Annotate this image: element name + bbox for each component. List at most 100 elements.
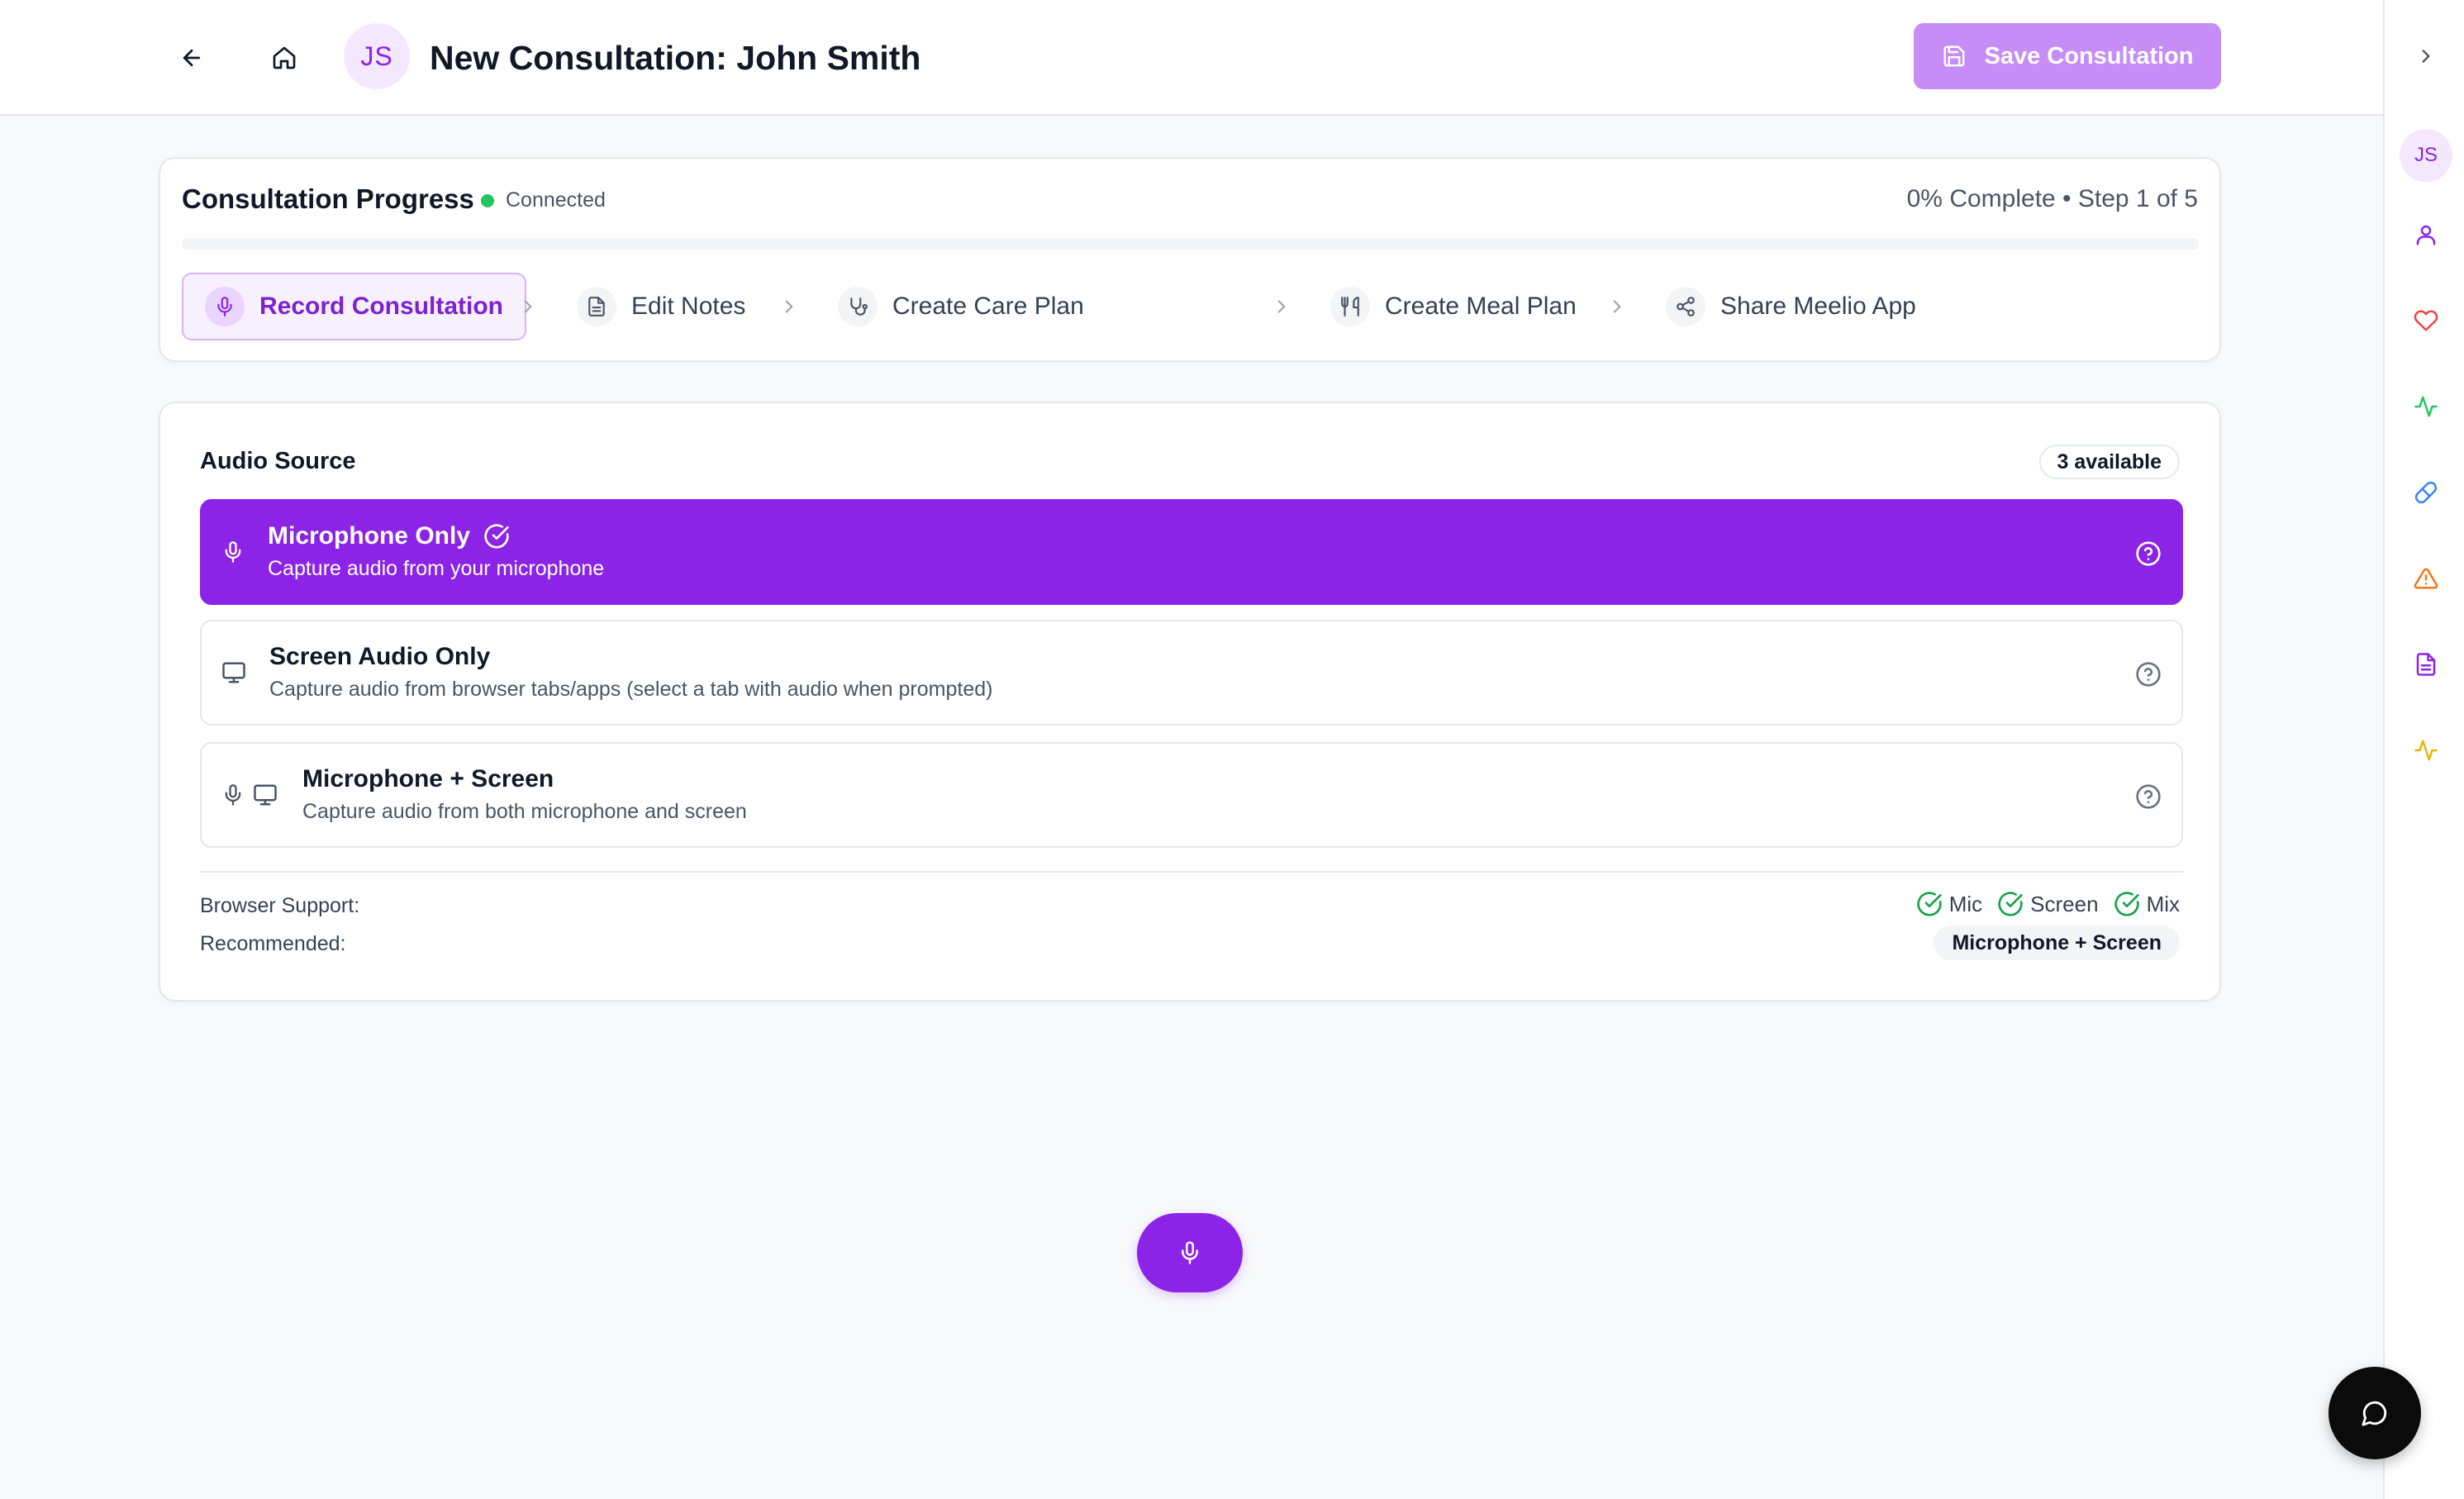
activity-icon bbox=[2414, 396, 2438, 417]
microphone-icon bbox=[217, 297, 232, 316]
option-icons bbox=[221, 744, 278, 846]
option-icons bbox=[221, 621, 246, 724]
check-circle-icon bbox=[2114, 892, 2139, 916]
sidebar-item-alerts[interactable] bbox=[2400, 552, 2452, 605]
connection-dot bbox=[481, 193, 494, 207]
option-help-button[interactable] bbox=[2135, 661, 2162, 688]
option-title: Microphone Only bbox=[268, 522, 471, 550]
audio-option-screen-audio-only[interactable]: Screen Audio Only Capture audio from bro… bbox=[200, 620, 2183, 726]
monitor-icon bbox=[254, 784, 277, 806]
option-title-row: Microphone + Screen bbox=[302, 764, 747, 795]
right-sidebar: JS bbox=[2383, 0, 2464, 1499]
warning-icon bbox=[2414, 568, 2438, 589]
support-item-mix: Mix bbox=[2114, 891, 2180, 917]
browser-support-list: Mic Screen Mix bbox=[1916, 891, 2180, 917]
save-button-label: Save Consultation bbox=[1984, 42, 2194, 69]
help-circle-icon bbox=[2136, 784, 2161, 809]
chevron-right-icon bbox=[1613, 300, 1621, 313]
chat-button[interactable] bbox=[2328, 1367, 2421, 1459]
help-circle-icon bbox=[2136, 541, 2161, 566]
option-help-button[interactable] bbox=[2135, 540, 2162, 567]
option-text: Microphone + Screen Capture audio from b… bbox=[302, 764, 747, 824]
activity-icon bbox=[2414, 740, 2438, 761]
option-title: Microphone + Screen bbox=[302, 765, 554, 792]
back-button[interactable] bbox=[165, 31, 218, 84]
chevron-right-icon bbox=[785, 300, 793, 313]
available-count-badge: 3 available bbox=[2038, 445, 2180, 479]
step-label: Share Meelio App bbox=[1720, 293, 1916, 320]
connection-status: Connected bbox=[481, 188, 606, 212]
page-title: New Consultation: John Smith bbox=[430, 39, 921, 77]
step-icon-wrap bbox=[838, 287, 878, 326]
start-recording-button[interactable] bbox=[1137, 1213, 1243, 1292]
step-create-care-plan[interactable]: Create Care Plan bbox=[816, 273, 1106, 340]
message-circle-icon bbox=[2362, 1401, 2387, 1426]
save-icon bbox=[1943, 45, 1964, 67]
audio-option-microphone-screen[interactable]: Microphone + Screen Capture audio from b… bbox=[200, 742, 2183, 848]
help-circle-icon bbox=[2136, 662, 2161, 687]
connection-status-label: Connected bbox=[506, 188, 606, 212]
divider bbox=[200, 871, 2183, 873]
step-record-consultation[interactable]: Record Consultation bbox=[182, 273, 527, 340]
home-button[interactable] bbox=[258, 31, 311, 84]
step-label: Record Consultation bbox=[259, 293, 504, 320]
heart-icon bbox=[2414, 310, 2438, 331]
monitor-icon bbox=[222, 662, 245, 683]
option-title-row: Microphone Only bbox=[268, 521, 604, 552]
save-consultation-button[interactable]: Save Consultation bbox=[1914, 23, 2221, 89]
step-icon-wrap bbox=[1330, 287, 1370, 326]
step-share-meelio-app[interactable]: Share Meelio App bbox=[1644, 273, 1938, 340]
microphone-icon bbox=[225, 541, 241, 563]
recommended-label: Recommended: bbox=[200, 932, 346, 955]
step-label: Create Meal Plan bbox=[1385, 293, 1577, 320]
stethoscope-icon bbox=[850, 297, 868, 316]
option-text: Screen Audio Only Capture audio from bro… bbox=[269, 641, 992, 702]
sidebar-item-health[interactable] bbox=[2400, 294, 2452, 347]
sidebar-avatar[interactable]: JS bbox=[2400, 129, 2452, 182]
check-circle-icon bbox=[484, 524, 509, 549]
arrow-left-icon bbox=[183, 49, 201, 67]
option-description: Capture audio from both microphone and s… bbox=[302, 800, 747, 823]
user-icon bbox=[2416, 225, 2436, 245]
microphone-icon bbox=[1182, 1241, 1198, 1264]
option-text: Microphone Only Capture audio from your … bbox=[268, 521, 604, 581]
sidebar-item-documents[interactable] bbox=[2400, 638, 2452, 691]
pill-icon bbox=[2414, 481, 2438, 504]
document-icon bbox=[2416, 653, 2436, 676]
support-item-mic: Mic bbox=[1916, 891, 1982, 917]
option-title-row: Screen Audio Only bbox=[269, 641, 992, 673]
check-circle-icon bbox=[1917, 892, 1942, 916]
step-edit-notes[interactable]: Edit Notes bbox=[555, 273, 767, 340]
utensils-icon bbox=[1341, 297, 1359, 316]
step-icon-wrap bbox=[1666, 287, 1705, 326]
progress-bar bbox=[182, 238, 2200, 250]
sidebar-item-medications[interactable] bbox=[2400, 466, 2452, 519]
support-item-label: Screen bbox=[2030, 891, 2099, 916]
sidebar-item-patient[interactable] bbox=[2400, 208, 2452, 261]
audio-option-microphone-only[interactable]: Microphone Only Capture audio from your … bbox=[200, 499, 2183, 605]
progress-title: Consultation Progress bbox=[182, 183, 474, 214]
recommended-badge: Microphone + Screen bbox=[1934, 926, 2180, 960]
sidebar-collapse-toggle[interactable] bbox=[2400, 30, 2452, 83]
option-description: Capture audio from browser tabs/apps (se… bbox=[269, 678, 993, 701]
home-icon bbox=[273, 46, 296, 69]
step-icon-wrap bbox=[577, 287, 616, 326]
check-circle-icon bbox=[1998, 892, 2023, 916]
step-create-meal-plan[interactable]: Create Meal Plan bbox=[1309, 273, 1598, 340]
top-header: JS New Consultation: John Smith Save Con… bbox=[0, 0, 2383, 116]
option-description: Capture audio from your microphone bbox=[268, 557, 605, 580]
chevron-right-icon bbox=[524, 300, 532, 313]
step-label: Edit Notes bbox=[631, 293, 746, 320]
option-help-button[interactable] bbox=[2135, 783, 2162, 810]
audio-source-card: Audio Source 3 available Microphone Only… bbox=[159, 402, 2221, 1002]
option-title: Screen Audio Only bbox=[269, 643, 491, 670]
chevron-right-icon bbox=[1277, 300, 1286, 313]
sidebar-item-vitals[interactable] bbox=[2400, 380, 2452, 433]
microphone-icon bbox=[225, 784, 241, 806]
share-icon bbox=[1677, 297, 1695, 316]
support-item-screen: Screen bbox=[1997, 891, 2099, 917]
chevron-right-icon bbox=[2422, 50, 2430, 63]
document-icon bbox=[588, 297, 605, 316]
sidebar-item-activity[interactable] bbox=[2400, 724, 2452, 777]
support-item-label: Mix bbox=[2146, 891, 2180, 916]
